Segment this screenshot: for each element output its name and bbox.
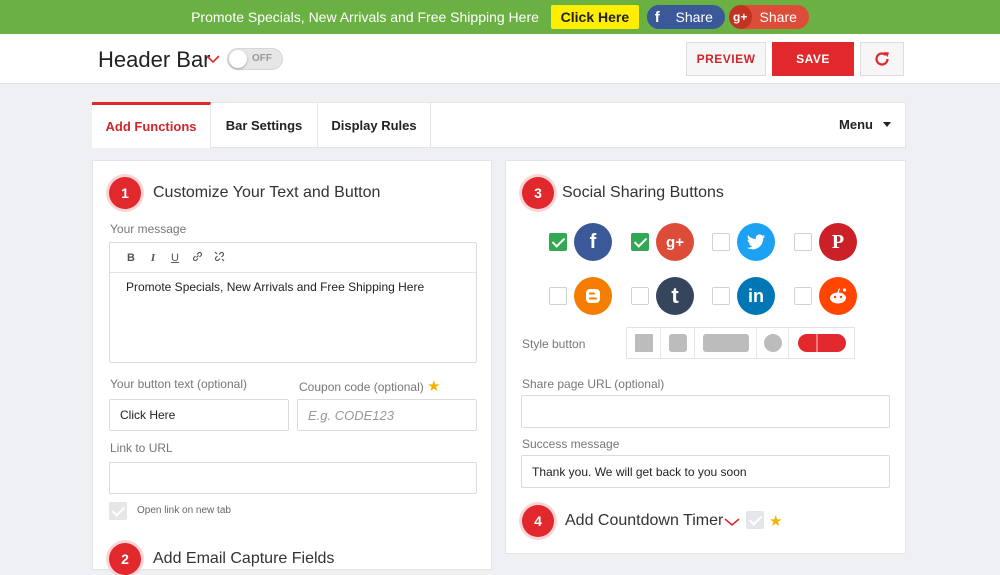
tumblr-icon[interactable]: t [656, 277, 694, 315]
customize-text-panel: 1 Customize Your Text and Button Your me… [92, 160, 492, 575]
bar-toggle-switch[interactable]: OFF [227, 48, 283, 70]
button-text-input[interactable]: Click Here [109, 399, 289, 431]
success-message-input[interactable]: Thank you. We will get back to you soon [521, 455, 890, 488]
page-title: Header Bar [98, 47, 211, 72]
message-editor-text[interactable]: Promote Specials, New Arrivals and Free … [110, 273, 476, 301]
coupon-code-input[interactable]: E.g. CODE123 [297, 399, 477, 431]
star-icon: ★ [427, 378, 441, 395]
link-icon[interactable] [186, 251, 208, 265]
preview-button[interactable]: PREVIEW [686, 42, 766, 76]
refresh-icon [875, 52, 889, 66]
menu-label: Menu [839, 117, 873, 132]
chevron-down-icon[interactable] [206, 54, 220, 64]
twitter-checkbox[interactable] [712, 233, 730, 251]
tab-display-rules[interactable]: Display Rules [318, 103, 431, 148]
step-number-1: 1 [109, 177, 141, 209]
italic-icon[interactable]: I [142, 252, 164, 264]
toggle-label: OFF [252, 53, 272, 64]
underline-icon[interactable]: U [164, 252, 186, 264]
app-header: Header Bar OFF PREVIEW SAVE [0, 34, 1000, 84]
section-title-email-capture-text: Add Email Capture Fields [153, 550, 335, 567]
open-new-tab-label: Open link on new tab [137, 505, 231, 516]
style-button-label: Style button [522, 337, 586, 351]
tumblr-checkbox[interactable] [631, 287, 649, 305]
function-tabs: Add Functions Bar Settings Display Rules… [92, 102, 906, 148]
menu-dropdown[interactable]: Menu [839, 117, 891, 132]
step-number-4: 4 [522, 505, 554, 537]
editor-toolbar: B I U [110, 243, 476, 273]
toggle-knob [229, 50, 247, 68]
section-title-countdown: Add Countdown Timer [565, 512, 724, 529]
reddit-checkbox[interactable] [794, 287, 812, 305]
coupon-code-label-text: Coupon code (optional) [299, 380, 424, 394]
step-number-2: 2 [109, 543, 141, 575]
bold-icon[interactable]: B [120, 252, 142, 264]
section-title-customize: Customize Your Text and Button [153, 184, 381, 201]
facebook-icon: f [646, 5, 668, 29]
message-editor[interactable]: B I U Promote Specials, New Arrivals and… [109, 242, 477, 363]
style-wide-option[interactable] [695, 328, 757, 358]
blogger-icon[interactable] [574, 277, 612, 315]
twitter-icon[interactable] [737, 223, 775, 261]
promo-click-here-button[interactable]: Click Here [550, 5, 639, 29]
promo-text: Promote Specials, New Arrivals and Free … [191, 9, 539, 25]
share-url-input[interactable] [521, 395, 890, 428]
save-button[interactable]: SAVE [772, 42, 854, 76]
section-title-social: Social Sharing Buttons [562, 184, 724, 201]
countdown-timer-checkbox[interactable] [746, 511, 764, 529]
promo-facebook-share-button[interactable]: f Share [646, 5, 725, 29]
social-sharing-panel: 3 Social Sharing Buttons f g+ P t in Sty… [505, 160, 906, 554]
style-button-selector [626, 327, 855, 359]
link-url-label: Link to URL [110, 441, 173, 455]
facebook-share-label: Share [675, 9, 713, 25]
button-text-label: Your button text (optional) [110, 377, 247, 391]
facebook-icon[interactable]: f [574, 223, 612, 261]
linkedin-checkbox[interactable] [712, 287, 730, 305]
promo-bar: Promote Specials, New Arrivals and Free … [0, 0, 1000, 34]
google-plus-share-label: Share [759, 9, 797, 25]
star-icon: ★ [769, 513, 783, 530]
facebook-checkbox[interactable] [549, 233, 567, 251]
link-url-input[interactable] [109, 462, 477, 494]
style-square-option[interactable] [627, 328, 661, 358]
linkedin-icon[interactable]: in [737, 277, 775, 315]
section-title-email-capture: Add Email Capture Fields [153, 550, 334, 568]
pinterest-checkbox[interactable] [794, 233, 812, 251]
reset-button[interactable] [860, 42, 904, 76]
blogger-checkbox[interactable] [549, 287, 567, 305]
share-url-label: Share page URL (optional) [522, 377, 665, 391]
tab-add-functions[interactable]: Add Functions [92, 102, 211, 148]
tab-bar-settings[interactable]: Bar Settings [211, 103, 318, 148]
pinterest-icon[interactable]: P [819, 223, 857, 261]
promo-google-plus-share-button[interactable]: g+ Share [728, 5, 809, 29]
chevron-down-icon[interactable] [724, 517, 740, 527]
google-plus-icon[interactable]: g+ [656, 223, 694, 261]
message-label: Your message [110, 222, 187, 236]
step-number-3: 3 [522, 177, 554, 209]
success-message-label: Success message [522, 437, 620, 451]
coupon-code-label: Coupon code (optional) ★ [299, 377, 441, 395]
google-plus-checkbox[interactable] [631, 233, 649, 251]
style-pill-option[interactable] [789, 328, 854, 358]
caret-down-icon [883, 122, 891, 127]
open-new-tab-checkbox[interactable] [109, 502, 127, 520]
google-plus-icon: g+ [728, 5, 752, 29]
reddit-icon[interactable] [819, 277, 857, 315]
style-circle-option[interactable] [757, 328, 789, 358]
style-rounded-option[interactable] [661, 328, 695, 358]
unlink-icon[interactable] [208, 251, 230, 265]
